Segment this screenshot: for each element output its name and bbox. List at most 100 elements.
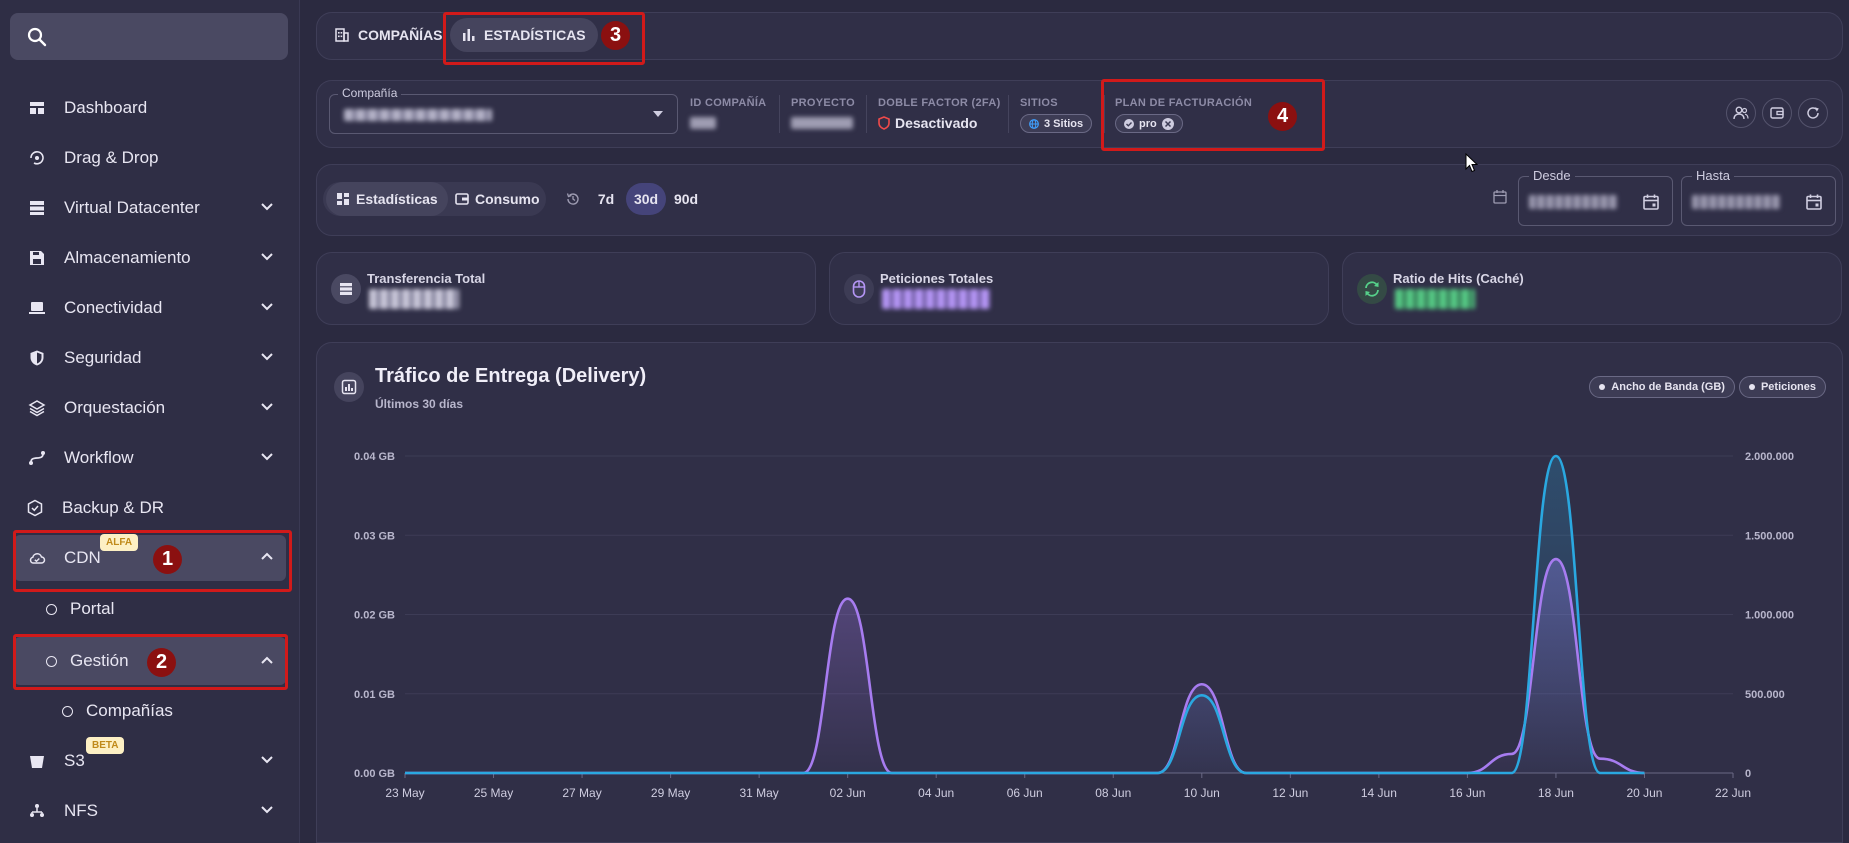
sidebar-item-orquestación[interactable]: Orquestación [14, 385, 286, 431]
sites-chip[interactable]: 3 Sitios [1020, 114, 1093, 133]
laptop-icon [26, 297, 48, 319]
wallet-icon [1770, 107, 1784, 119]
sidebar-item-portal[interactable]: Portal [46, 599, 114, 619]
tab-estadisticas-view[interactable]: Estadísticas [326, 182, 448, 216]
nfs-icon [26, 800, 48, 822]
refresh-button[interactable] [1798, 98, 1828, 128]
calendar-icon[interactable] [1642, 193, 1660, 211]
sidebar-item-seguridad[interactable]: Seguridad [14, 335, 286, 381]
field-sites: SITIOS 3 Sitios [1020, 97, 1093, 134]
shield-off-icon [878, 116, 890, 130]
legend-requests[interactable]: Peticiones [1738, 376, 1826, 398]
annotation-number-2: 2 [147, 648, 176, 677]
sidebar-item-label: NFS [64, 801, 98, 820]
stat-value-requests [882, 289, 990, 309]
sidebar-item-companias[interactable]: Compañías [62, 701, 173, 721]
chart-title: Tráfico de Entrega (Delivery) [375, 365, 647, 387]
range-30d-button[interactable]: 30d [626, 183, 666, 215]
chevron-down-icon [261, 253, 273, 261]
sidebar: Dashboard Drag & Drop Virtual Datacenter Al… [0, 0, 300, 843]
wallet-button[interactable] [1762, 98, 1792, 128]
delivery-chart-panel: Tráfico de Entrega (Delivery) Últimos 30… [316, 342, 1843, 843]
shield-icon [26, 347, 48, 369]
building-icon [335, 28, 349, 42]
workflow-icon [26, 447, 48, 469]
grid-icon [337, 193, 349, 205]
sidebar-item-almacenamiento[interactable]: Almacenamiento [14, 235, 286, 281]
sidebar-item-label: Backup & DR [62, 498, 165, 517]
annotation-number-4: 4 [1268, 102, 1297, 131]
field-project: PROYECTO [791, 97, 855, 129]
sidebar-item-label: Seguridad [64, 348, 142, 367]
sidebar-item-label: S3 [64, 751, 85, 770]
annotation-number-1: 1 [153, 545, 182, 574]
chevron-down-icon [261, 403, 273, 411]
company-select[interactable]: Compañía [329, 86, 678, 134]
save-icon [26, 247, 48, 269]
dashboard-icon [26, 97, 48, 119]
stat-card-transfer: Transferencia Total [316, 252, 816, 325]
tab-companias[interactable]: COMPAÑÍAS [322, 18, 455, 52]
range-90d-button[interactable]: 90d [670, 183, 702, 215]
stat-value-transfer [369, 289, 459, 309]
legend-bandwidth[interactable]: Ancho de Banda (GB) [1589, 376, 1735, 398]
chart-subtitle: Últimos 30 días [375, 397, 464, 411]
date-from-input[interactable]: Desde [1518, 168, 1673, 226]
sidebar-item-label: Orquestación [64, 398, 166, 417]
stat-value-hits [1395, 289, 1475, 309]
database-icon [331, 274, 361, 304]
sidebar-item-backup-dr[interactable]: Backup & DR [14, 485, 286, 531]
annotation-number-3: 3 [601, 21, 630, 50]
sidebar-item-label: Conectividad [64, 298, 163, 317]
tab-consumo-view[interactable]: Consumo [445, 182, 550, 216]
backup-icon [24, 497, 46, 519]
chart-legend: Ancho de Banda (GB) Peticiones [1585, 376, 1826, 398]
range-7d-button[interactable]: 7d [590, 183, 622, 215]
sidebar-item-label: Workflow [64, 448, 134, 467]
refresh-icon [1807, 107, 1819, 119]
calendar-icon [1493, 190, 1507, 204]
stat-card-requests: Peticiones Totales [829, 252, 1329, 325]
history-icon [566, 193, 579, 205]
field-company-id: ID COMPAÑÍA [690, 97, 766, 129]
users-icon [1733, 106, 1749, 120]
sidebar-item-dashboard[interactable]: Dashboard [14, 85, 286, 131]
sidebar-item-nfs[interactable]: NFS [14, 788, 286, 834]
chevron-down-icon [261, 806, 273, 814]
calendar-icon[interactable] [1805, 193, 1823, 211]
sidebar-item-s3[interactable]: S3 [14, 738, 286, 784]
server-icon [26, 197, 48, 219]
sidebar-item-conectividad[interactable]: Conectividad [14, 285, 286, 331]
mouse-icon [844, 274, 874, 304]
sidebar-item-label: Drag & Drop [64, 148, 159, 167]
sidebar-item-label: Virtual Datacenter [64, 198, 200, 217]
company-select-label: Compañía [338, 86, 402, 100]
users-button[interactable] [1726, 98, 1756, 128]
sidebar-item-label: Almacenamiento [64, 248, 191, 267]
layers-icon [26, 397, 48, 419]
bucket-icon [26, 750, 48, 772]
mouse-cursor-icon [1465, 153, 1479, 173]
field-2fa: DOBLE FACTOR (2FA) Desactivado [878, 97, 1001, 131]
chevron-down-icon [261, 203, 273, 211]
drag-drop-icon [26, 147, 48, 169]
date-to-input[interactable]: Hasta [1681, 168, 1836, 226]
chevron-down-icon [261, 756, 273, 764]
sidebar-item-label: Dashboard [64, 98, 148, 117]
circle-icon [46, 603, 57, 615]
stat-card-hits: Ratio de Hits (Caché) [1342, 252, 1842, 325]
sidebar-item-drag-drop[interactable]: Drag & Drop [14, 135, 286, 181]
chevron-down-icon [261, 453, 273, 461]
circle-icon [62, 705, 73, 717]
search-icon [27, 27, 47, 47]
company-select-value [344, 109, 492, 121]
badge-beta: BETA [86, 737, 125, 754]
chart-icon [334, 372, 364, 402]
wallet-icon [455, 193, 469, 205]
sidebar-item-virtual-datacenter[interactable]: Virtual Datacenter [14, 185, 286, 231]
search-input[interactable] [10, 13, 288, 60]
dropdown-arrow-icon [653, 111, 663, 117]
sync-icon [1357, 274, 1387, 304]
chevron-down-icon [261, 303, 273, 311]
sidebar-item-workflow[interactable]: Workflow [14, 435, 286, 481]
